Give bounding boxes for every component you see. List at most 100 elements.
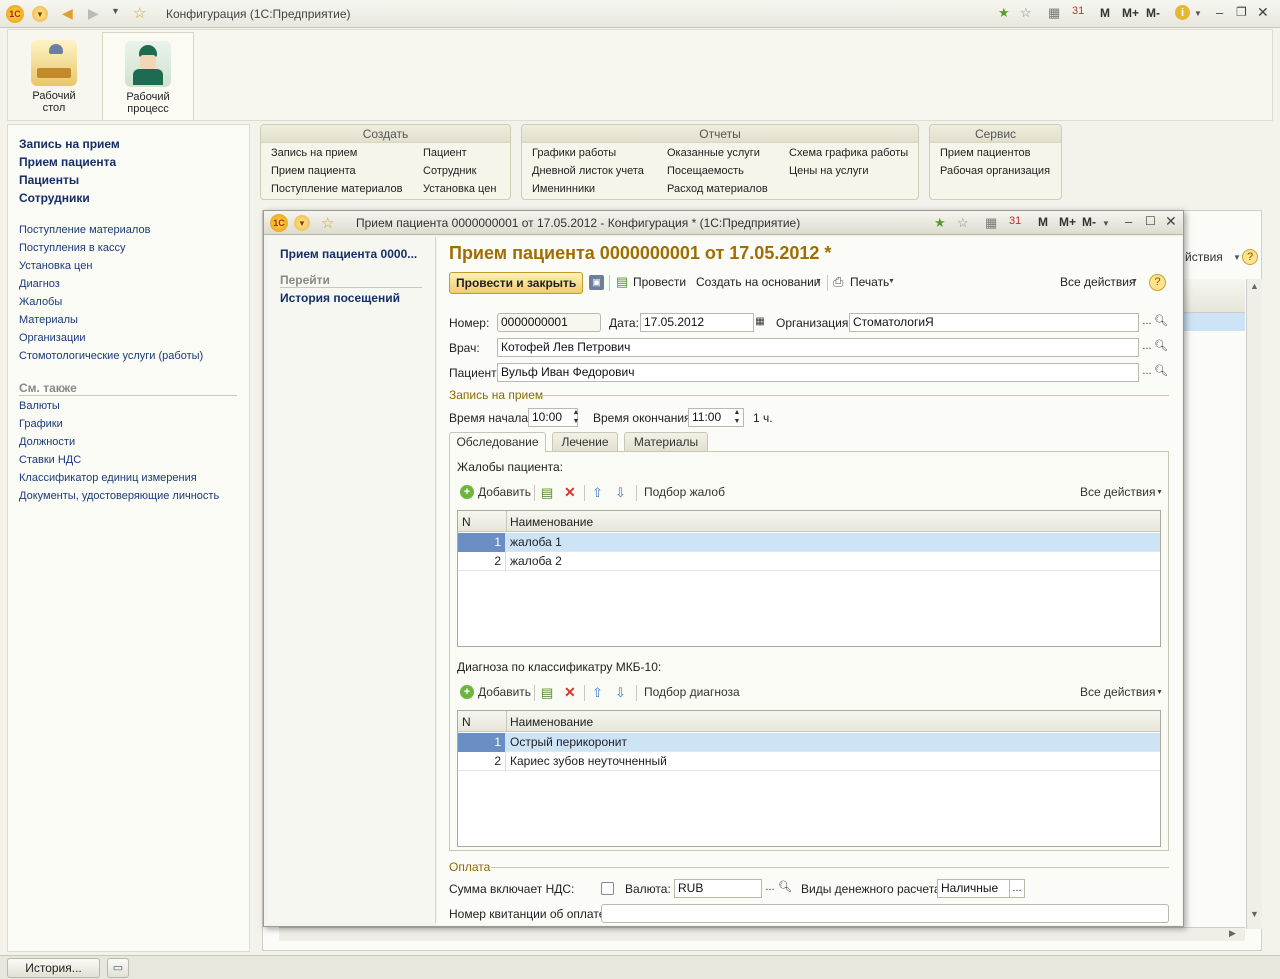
receipt-number-field[interactable] xyxy=(601,904,1169,923)
diagnosis-all-actions-button[interactable]: Все действия xyxy=(1080,685,1155,699)
patient-field[interactable]: Вульф Иван Федорович xyxy=(497,363,1139,382)
info-dropdown-icon[interactable]: ▼ xyxy=(1194,9,1202,18)
scroll-up-icon[interactable]: ▲ xyxy=(1250,281,1259,291)
nav-link-reception[interactable]: Прием пациента xyxy=(19,155,116,169)
minimize-icon[interactable]: – xyxy=(1125,214,1132,229)
windows-list-icon[interactable]: ▭ xyxy=(107,958,129,978)
memory-plus-button[interactable]: M+ xyxy=(1122,6,1139,20)
restore-icon[interactable]: ❐ xyxy=(1236,5,1247,19)
complaints-add-button[interactable]: Добавить xyxy=(478,485,531,499)
date-field[interactable]: 17.05.2012 xyxy=(640,313,754,332)
nav-link[interactable]: Стомотологические услуги (работы) xyxy=(19,350,203,362)
report-link[interactable]: Цены на услуги xyxy=(789,165,869,177)
nav-link[interactable]: Поступление материалов xyxy=(19,224,150,236)
favorites-star-icon[interactable]: ☆ xyxy=(321,214,334,232)
nav-link[interactable]: Поступления в кассу xyxy=(19,242,125,254)
help-icon[interactable]: ? xyxy=(1242,249,1258,265)
see-also-link[interactable]: Должности xyxy=(19,436,75,448)
diagnosis-table[interactable]: N Наименование 1 Острый перикоронит 2 Ка… xyxy=(457,710,1161,847)
see-also-link[interactable]: Классификатор единиц измерения xyxy=(19,472,197,484)
calendar-icon[interactable]: 31 xyxy=(1009,215,1021,227)
memory-minus-button[interactable]: M- xyxy=(1082,215,1096,229)
cash-type-field[interactable]: Наличные xyxy=(937,879,1011,898)
see-also-link[interactable]: Ставки НДС xyxy=(19,454,81,466)
bg-all-actions[interactable]: йствия xyxy=(1185,250,1223,264)
add-favorite-icon[interactable]: ★ xyxy=(934,215,946,231)
main-menu-dropdown-icon[interactable]: ▼ xyxy=(32,6,48,22)
search-icon[interactable]: 🔍︎ xyxy=(1153,338,1169,357)
maximize-icon[interactable]: ☐ xyxy=(1145,214,1156,228)
add-favorite-icon[interactable]: ★ xyxy=(998,5,1010,21)
forward-arrow-icon[interactable]: ▶ xyxy=(88,5,99,22)
start-time-spinner[interactable]: ▲ ▼ xyxy=(568,408,584,427)
choose-ellipsis-icon[interactable]: ... xyxy=(762,879,778,898)
report-link[interactable]: Дневной листок учета xyxy=(532,165,644,177)
calendar-picker-icon[interactable]: ▦ xyxy=(752,313,768,332)
nav-link[interactable]: Жалобы xyxy=(19,296,62,308)
move-down-icon[interactable]: ⇩ xyxy=(615,485,626,501)
complaints-table[interactable]: N Наименование 1 жалоба 1 2 жалоба 2 xyxy=(457,510,1161,647)
section-desktop[interactable]: Рабочий стол xyxy=(8,32,100,120)
report-link[interactable]: Графики работы xyxy=(532,147,616,159)
service-link[interactable]: Рабочая организация xyxy=(940,165,1050,177)
1c-logo-icon[interactable]: 1С xyxy=(270,214,288,232)
scroll-down-icon[interactable]: ▼ xyxy=(1250,909,1259,919)
number-field[interactable]: 0000000001 xyxy=(497,313,601,332)
nav-link[interactable]: Диагноз xyxy=(19,278,60,290)
memory-m-button[interactable]: M xyxy=(1038,215,1048,229)
nav-link-patients[interactable]: Пациенты xyxy=(19,173,79,187)
currency-field[interactable]: RUB xyxy=(674,879,762,898)
help-icon[interactable]: ? xyxy=(1149,274,1166,291)
nav-current-document[interactable]: Прием пациента 0000... xyxy=(280,247,417,261)
memory-plus-button[interactable]: M+ xyxy=(1059,215,1076,229)
report-link[interactable]: Оказанные услуги xyxy=(667,147,760,159)
tab-treatment[interactable]: Лечение xyxy=(552,432,618,451)
see-also-link[interactable]: Валюты xyxy=(19,400,60,412)
choose-ellipsis-icon[interactable]: ... xyxy=(1009,879,1025,898)
info-icon[interactable]: i xyxy=(1175,5,1190,20)
complaints-all-actions-button[interactable]: Все действия xyxy=(1080,485,1155,499)
section-workflow[interactable]: Рабочий процесс xyxy=(102,32,194,120)
table-row[interactable]: 2 Кариес зубов неуточненный xyxy=(458,752,1160,771)
create-link[interactable]: Поступление материалов xyxy=(271,183,402,195)
nav-link[interactable]: Установка цен xyxy=(19,260,92,272)
table-row[interactable]: 1 жалоба 1 xyxy=(458,533,1160,552)
nav-link-staff[interactable]: Сотрудники xyxy=(19,191,90,205)
tab-examination[interactable]: Обследование xyxy=(449,432,546,452)
pick-diagnosis-button[interactable]: Подбор диагноза xyxy=(644,685,740,699)
save-icon[interactable]: ▣ xyxy=(589,275,604,290)
history-button[interactable]: История... xyxy=(7,958,100,978)
move-down-icon[interactable]: ⇩ xyxy=(615,685,626,701)
search-icon[interactable]: 🔍︎ xyxy=(1153,313,1169,332)
create-link[interactable]: Запись на прием xyxy=(271,147,357,159)
copy-row-icon[interactable]: ▤ xyxy=(541,685,553,701)
see-also-link[interactable]: Документы, удостоверяющие личность xyxy=(19,490,219,502)
post-button[interactable]: Провести xyxy=(633,272,686,294)
create-link[interactable]: Установка цен xyxy=(423,183,496,195)
report-link[interactable]: Расход материалов xyxy=(667,183,768,195)
create-based-on-button[interactable]: Создать на основании xyxy=(696,272,821,294)
calculator-icon[interactable]: ▦ xyxy=(1048,5,1060,21)
memory-m-button[interactable]: M xyxy=(1100,6,1110,20)
calculator-icon[interactable]: ▦ xyxy=(985,215,997,231)
search-icon[interactable]: 🔍︎ xyxy=(1153,363,1169,382)
nav-link-appointment[interactable]: Запись на прием xyxy=(19,137,120,151)
doctor-field[interactable]: Котофей Лев Петрович xyxy=(497,338,1139,357)
create-link[interactable]: Сотрудник xyxy=(423,165,476,177)
calendar-icon[interactable]: 31 xyxy=(1072,5,1084,17)
vat-included-checkbox[interactable] xyxy=(601,882,614,895)
table-row[interactable]: 1 Острый перикоронит xyxy=(458,733,1160,752)
close-app-icon[interactable]: ✕ xyxy=(1257,4,1269,21)
close-window-icon[interactable]: ✕ xyxy=(1165,213,1177,230)
pick-complaints-button[interactable]: Подбор жалоб xyxy=(644,485,725,499)
delete-icon[interactable]: ✕ xyxy=(564,484,576,501)
memory-minus-button[interactable]: M- xyxy=(1146,6,1160,20)
favorites-list-icon[interactable]: ☆ xyxy=(1020,5,1032,21)
history-dropdown-icon[interactable]: ▼ xyxy=(111,6,120,16)
delete-icon[interactable]: ✕ xyxy=(564,684,576,701)
tab-materials[interactable]: Материалы xyxy=(624,432,708,451)
nav-link[interactable]: Материалы xyxy=(19,314,78,326)
bg-vertical-scrollbar[interactable]: ▲ ▼ xyxy=(1246,279,1262,929)
window-menu-dropdown-icon[interactable]: ▼ xyxy=(294,215,310,231)
back-arrow-icon[interactable]: ◀ xyxy=(62,5,73,22)
